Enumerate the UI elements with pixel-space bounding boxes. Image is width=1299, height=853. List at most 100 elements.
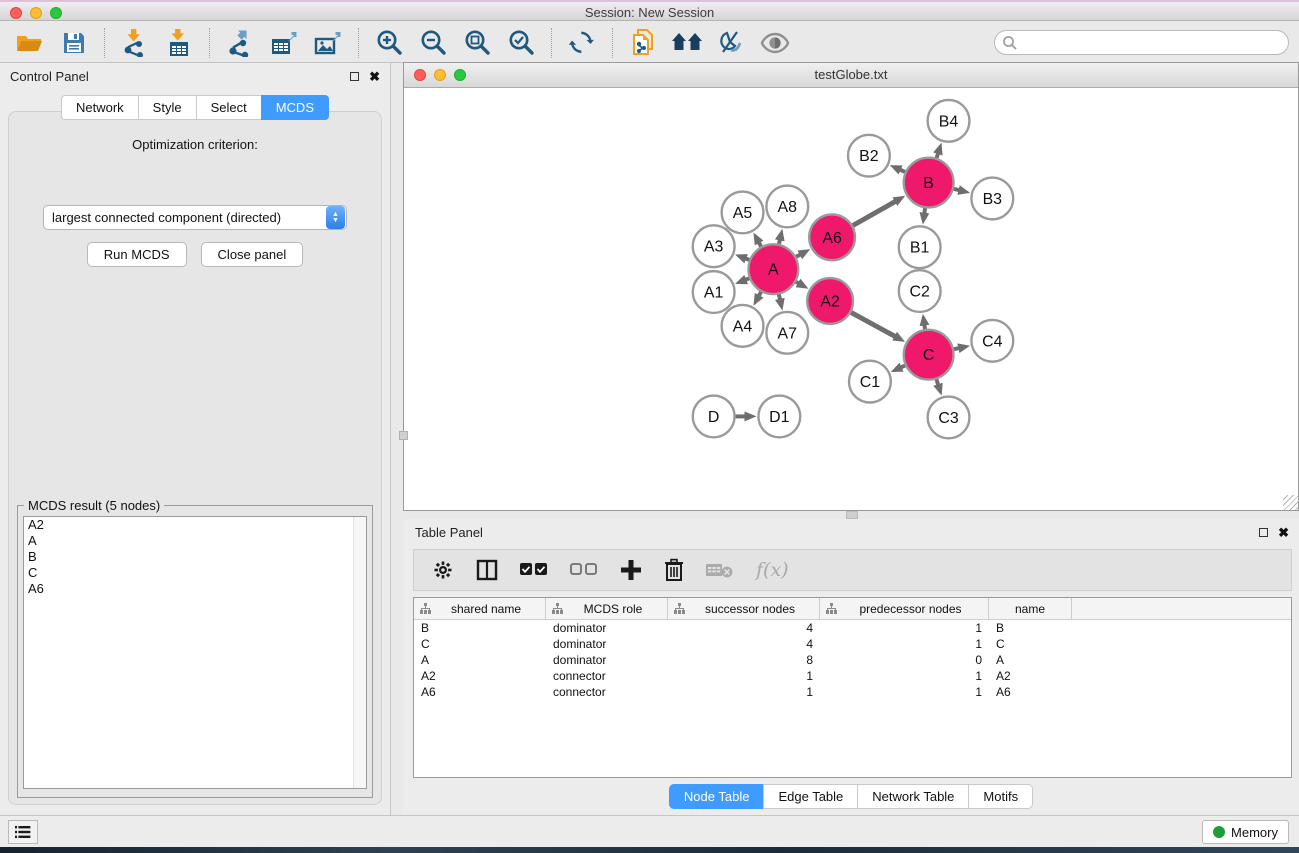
tab-select[interactable]: Select [196,95,261,120]
mcds-tab-content: Optimization criterion: largest connecte… [8,111,382,805]
edge-A-A7[interactable] [779,294,780,299]
table-row[interactable]: A6connector11A6 [414,684,1291,700]
clone-network-icon[interactable] [627,28,659,58]
export-network-icon[interactable] [224,28,256,58]
horizontal-splitter-grip[interactable] [846,511,858,519]
node-label-C: C [923,347,935,364]
close-panel-icon[interactable]: ✖ [369,72,380,81]
node-table[interactable]: shared nameMCDS rolesuccessor nodesprede… [413,597,1292,778]
export-table-icon[interactable] [268,28,300,58]
float-panel-icon[interactable] [350,72,359,81]
close-panel-button[interactable]: Close panel [201,242,304,267]
edge-C-C2[interactable] [924,325,925,330]
edge-A-A3[interactable] [745,258,749,260]
search-box[interactable] [994,30,1289,55]
mcds-list-scrollbar[interactable] [353,517,366,788]
import-network-icon[interactable] [119,28,151,58]
edge-A-A8[interactable] [779,239,780,243]
delete-rows-icon[interactable] [664,555,684,585]
tab-motifs[interactable]: Motifs [968,784,1033,809]
table-settings-icon[interactable] [432,555,454,585]
node-label-A7: A7 [778,325,798,342]
network-canvas-area[interactable]: B4B2BB3A5A8A6B1A3AC2A1A2A4A7C4CC1DD1C3 [407,90,1295,507]
edge-C-C3[interactable] [936,379,938,385]
table-header-row[interactable]: shared nameMCDS rolesuccessor nodesprede… [414,598,1291,620]
edge-B-B1[interactable] [924,208,925,214]
tab-edge-table[interactable]: Edge Table [763,784,857,809]
edge-A-A2[interactable] [796,282,799,284]
edge-B-B2[interactable] [900,170,905,172]
table-row[interactable]: Bdominator41B [414,620,1291,636]
edge-B-B3[interactable] [954,189,960,190]
criterion-value: largest connected component (directed) [44,210,326,225]
select-all-checkboxes-icon[interactable] [520,555,548,585]
edge-A-A6[interactable] [796,254,800,256]
node-label-A: A [768,262,779,279]
tab-mcds[interactable]: MCDS [261,95,329,120]
memory-button[interactable]: Memory [1202,820,1289,844]
column-header-shared-name[interactable]: shared name [414,598,546,619]
mcds-result-item[interactable]: A2 [24,517,366,533]
tab-network[interactable]: Network [61,95,138,120]
window-resize-grip[interactable] [1283,495,1298,510]
open-session-icon[interactable] [14,28,46,58]
mcds-result-item[interactable]: C [24,565,366,581]
table-row[interactable]: A2connector11A2 [414,668,1291,684]
home-layout-icon[interactable] [671,28,703,58]
graph-nodes[interactable]: B4B2BB3A5A8A6B1A3AC2A1A2A4A7C4CC1DD1C3 [693,100,1013,438]
cell-name: A2 [989,669,1072,683]
mcds-result-list[interactable]: A2ABCA6 [23,516,367,789]
tab-node-table[interactable]: Node Table [669,784,764,809]
tab-network-table[interactable]: Network Table [857,784,968,809]
mcds-result-item[interactable]: A [24,533,366,549]
float-table-panel-icon[interactable] [1259,528,1268,537]
save-session-icon[interactable] [58,28,90,58]
graphics-details-icon[interactable] [715,28,747,58]
add-row-icon[interactable] [620,555,642,585]
edge-A-A4[interactable] [759,292,761,296]
birds-eye-view-icon[interactable] [759,28,791,58]
delete-table-icon[interactable] [706,555,734,585]
task-history-button[interactable] [8,820,38,844]
tab-style[interactable]: Style [138,95,196,120]
zoom-fit-icon[interactable] [461,28,493,58]
criterion-dropdown[interactable]: largest connected component (directed) ▲… [43,205,347,230]
table-row[interactable]: Cdominator41C [414,636,1291,652]
mcds-result-fieldset: MCDS result (5 nodes) A2ABCA6 [17,505,373,798]
run-mcds-button[interactable]: Run MCDS [87,242,187,267]
edge-C-C4[interactable] [954,348,959,349]
optimization-criterion-label: Optimization criterion: [9,137,381,152]
close-table-panel-icon[interactable]: ✖ [1278,528,1289,537]
network-view-window: testGlobe.txt B4B2BB3A5A8A6B1A3AC2A1A2A4… [403,62,1299,511]
deselect-all-checkboxes-icon[interactable] [570,555,598,585]
table-row[interactable]: Adominator80A [414,652,1291,668]
network-canvas[interactable]: B4B2BB3A5A8A6B1A3AC2A1A2A4A7C4CC1DD1C3 [407,90,1295,507]
mcds-result-item[interactable]: B [24,549,366,565]
table-type-tabs: Node TableEdge TableNetwork TableMotifs [403,784,1299,809]
mcds-result-item[interactable]: A6 [24,581,366,597]
edge-A6-B[interactable] [853,201,896,225]
node-label-B2: B2 [859,148,879,165]
zoom-selected-icon[interactable] [505,28,537,58]
column-visibility-icon[interactable] [476,555,498,585]
function-builder-icon[interactable]: f(x) [756,559,789,581]
splitter-grip-icon[interactable] [399,431,408,440]
column-header-successor-nodes[interactable]: successor nodes [668,598,820,619]
network-window-titlebar[interactable]: testGlobe.txt [404,63,1298,88]
zoom-out-icon[interactable] [417,28,449,58]
column-header-name[interactable]: name [989,598,1072,619]
edge-B-B4[interactable] [937,153,939,158]
zoom-in-icon[interactable] [373,28,405,58]
edge-A2-C[interactable] [851,312,895,336]
edge-C-C1[interactable] [901,365,905,367]
column-header-predecessor-nodes[interactable]: predecessor nodes [820,598,989,619]
import-table-icon[interactable] [163,28,195,58]
edge-A-A1[interactable] [745,278,749,280]
column-header-MCDS-role[interactable]: MCDS role [546,598,668,619]
cell-successor-nodes: 1 [668,685,820,699]
refresh-view-icon[interactable] [566,28,598,58]
table-body[interactable]: Bdominator41BCdominator41CAdominator80AA… [414,620,1291,700]
edge-A-A5[interactable] [759,242,761,246]
export-image-icon[interactable] [312,28,344,58]
search-input[interactable] [1018,33,1288,53]
